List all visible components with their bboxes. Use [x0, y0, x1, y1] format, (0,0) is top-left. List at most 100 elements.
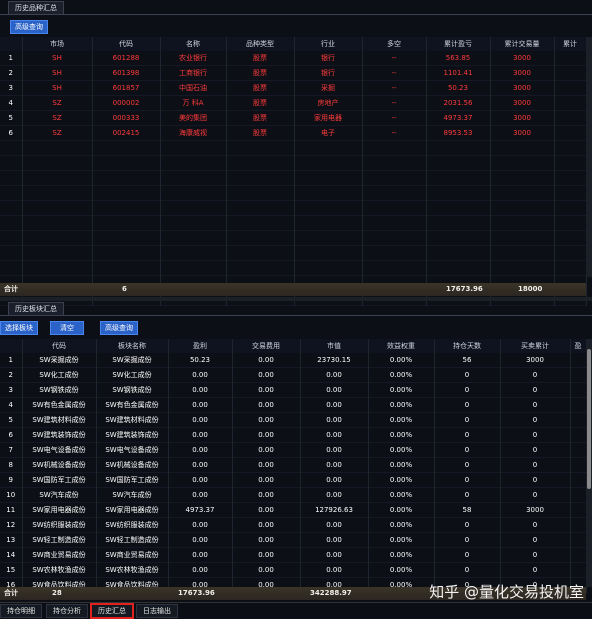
empty-cell	[22, 200, 93, 216]
empty-cell	[490, 185, 555, 201]
table-row[interactable]: 1 SW采掘成份 SW采掘成份 50.23 0.00 23730.15 0.00% 56 300…	[0, 353, 587, 368]
row-index: 3	[0, 80, 23, 96]
table-row[interactable]: 8 SW机械设备成份 SW机械设备成份 0.00 0.00 0.00 0.00% 0 0	[0, 457, 587, 473]
cell-market: SZ	[22, 110, 93, 126]
table-row[interactable]: 12 SW纺织服装成份 SW纺织服装成份 0.00 0.00 0.00 0.00% 0 0	[0, 517, 587, 533]
empty-cell	[426, 245, 491, 261]
row-index: 6	[0, 427, 23, 443]
advanced-query-button-2[interactable]: 高级查询	[100, 321, 138, 335]
table-row[interactable]: 14 SW商业贸易成份 SW商业贸易成份 0.00 0.00 0.00 0.00% 0 0	[0, 547, 587, 563]
col-market-value[interactable]: 市值	[300, 339, 369, 353]
cell-sector-name: SW采掘成份	[96, 353, 169, 368]
top-vertical-scrollbar[interactable]	[586, 37, 592, 277]
col-index	[0, 37, 23, 51]
cell-fee: 0.00	[232, 397, 301, 413]
tab-history-variety-summary[interactable]: 历史品种汇总	[8, 1, 64, 15]
col-weight[interactable]: 效益权重	[368, 339, 435, 353]
empty-cell	[92, 230, 161, 246]
summary-volume: 18000	[518, 285, 543, 293]
table-row[interactable]: 15 SW农林牧渔成份 SW农林牧渔成份 0.00 0.00 0.00 0.00% 0 0	[0, 562, 587, 578]
col-type[interactable]: 品种类型	[226, 37, 295, 51]
cell-code: SW有色金属成份	[22, 397, 97, 413]
cell-code: SW采掘成份	[22, 353, 97, 368]
empty-cell	[0, 170, 23, 186]
table-row[interactable]: 11 SW家用电器成份 SW家用电器成份 4973.37 0.00 127926.63 0.…	[0, 502, 587, 518]
table-row[interactable]: 6 SZ 002415 海康威视 股票 电子 -- 8953.53 3000	[0, 125, 587, 141]
table-row[interactable]: 10 SW汽车成份 SW汽车成份 0.00 0.00 0.00 0.00% 0 0	[0, 487, 587, 503]
cell-profit: 0.00	[168, 547, 233, 563]
empty-cell	[0, 215, 23, 231]
cell-market-value: 0.00	[300, 562, 369, 578]
col-market[interactable]: 市场	[22, 37, 93, 51]
cell-hold-days: 0	[434, 457, 501, 473]
table-row[interactable]: 5 SW建筑材料成份 SW建筑材料成份 0.00 0.00 0.00 0.00% 0 0	[0, 412, 587, 428]
table-row[interactable]: 4 SW有色金属成份 SW有色金属成份 0.00 0.00 0.00 0.00% 0 0	[0, 397, 587, 413]
table-row[interactable]: 9 SW国防军工成份 SW国防军工成份 0.00 0.00 0.00 0.00% 0 0	[0, 472, 587, 488]
col-cumulative-volume[interactable]: 累计交易量	[490, 37, 555, 51]
cell-type: 股票	[226, 51, 295, 66]
table-row[interactable]: 3 SH 601857 中国石油 股票 采掘 -- 50.23 3000	[0, 80, 587, 96]
tab-history-sector-summary[interactable]: 历史板块汇总	[8, 302, 64, 316]
empty-cell	[160, 215, 227, 231]
table-row[interactable]: 2 SW化工成份 SW化工成份 0.00 0.00 0.00 0.00% 0 0	[0, 367, 587, 383]
horizontal-scrollbar[interactable]	[0, 297, 592, 301]
col-code[interactable]: 代码	[92, 37, 161, 51]
col-hold-days[interactable]: 持仓天数	[434, 339, 501, 353]
cell-code: SW家用电器成份	[22, 502, 97, 518]
empty-cell	[554, 170, 587, 186]
col-direction[interactable]: 多空	[362, 37, 427, 51]
col-trade-cumulative[interactable]: 买卖累计	[500, 339, 571, 353]
empty-cell	[426, 170, 491, 186]
empty-cell	[490, 170, 555, 186]
table-row[interactable]: 13 SW轻工制造成份 SW轻工制造成份 0.00 0.00 0.00 0.00% 0 0	[0, 532, 587, 548]
empty-cell	[226, 230, 295, 246]
table-row[interactable]: 4 SZ 000002 万 科A 股票 房地产 -- 2031.56 3000	[0, 95, 587, 111]
cell-market: SH	[22, 80, 93, 96]
col-cumulative-pnl[interactable]: 累计盈亏	[426, 37, 491, 51]
table-row[interactable]: 7 SW电气设备成份 SW电气设备成份 0.00 0.00 0.00 0.00% 0 0	[0, 442, 587, 458]
table-row[interactable]: 3 SW钢铁成份 SW钢铁成份 0.00 0.00 0.00 0.00% 0 0	[0, 382, 587, 398]
summary-label: 合计	[4, 589, 18, 597]
empty-cell	[22, 245, 93, 261]
table-row[interactable]: 1 SH 601288 农业银行 股票 银行 -- 563.85 3000	[0, 51, 587, 66]
empty-cell	[226, 200, 295, 216]
table-row[interactable]: 5 SZ 000333 美的集团 股票 家用电器 -- 4973.37 3000	[0, 110, 587, 126]
col-industry[interactable]: 行业	[294, 37, 363, 51]
empty-cell	[362, 215, 427, 231]
table-row[interactable]: 2 SH 601398 工商银行 股票 银行 -- 1101.41 3000	[0, 65, 587, 81]
empty-cell	[160, 260, 227, 276]
empty-cell	[160, 140, 227, 156]
cell-more	[570, 532, 587, 548]
col-name[interactable]: 名称	[160, 37, 227, 51]
cell-fee: 0.00	[232, 562, 301, 578]
col-cumulative-more[interactable]: 累计	[554, 37, 587, 51]
cell-fee: 0.00	[232, 502, 301, 518]
empty-cell	[554, 185, 587, 201]
col-fee[interactable]: 交易费用	[232, 339, 301, 353]
col-profit-more[interactable]: 盈	[570, 339, 587, 353]
col-profit[interactable]: 盈利	[168, 339, 233, 353]
cell-more	[570, 472, 587, 488]
empty-cell	[160, 155, 227, 171]
tab-history-summary[interactable]: 历史汇总	[90, 603, 134, 619]
empty-cell	[426, 200, 491, 216]
cell-market-value: 0.00	[300, 427, 369, 443]
advanced-query-button[interactable]: 高级查询	[10, 20, 48, 34]
summary-profit: 17673.96	[178, 589, 215, 597]
empty-cell	[226, 215, 295, 231]
clear-button[interactable]: 清空	[50, 321, 84, 335]
bottom-vertical-scrollbar[interactable]	[586, 339, 592, 587]
empty-cell	[226, 170, 295, 186]
empty-cell	[92, 155, 161, 171]
select-sector-button[interactable]: 选择板块	[0, 321, 38, 335]
cell-market-value: 0.00	[300, 412, 369, 428]
empty-cell	[554, 155, 587, 171]
table-row[interactable]: 6 SW建筑装饰成份 SW建筑装饰成份 0.00 0.00 0.00 0.00% 0 0	[0, 427, 587, 443]
col-code[interactable]: 代码	[22, 339, 97, 353]
empty-row	[0, 230, 587, 246]
col-sector-name[interactable]: 板块名称	[96, 339, 169, 353]
cell-fee: 0.00	[232, 532, 301, 548]
empty-cell	[22, 260, 93, 276]
scroll-thumb[interactable]	[587, 349, 591, 489]
cell-cumulative-volume: 3000	[490, 80, 555, 96]
